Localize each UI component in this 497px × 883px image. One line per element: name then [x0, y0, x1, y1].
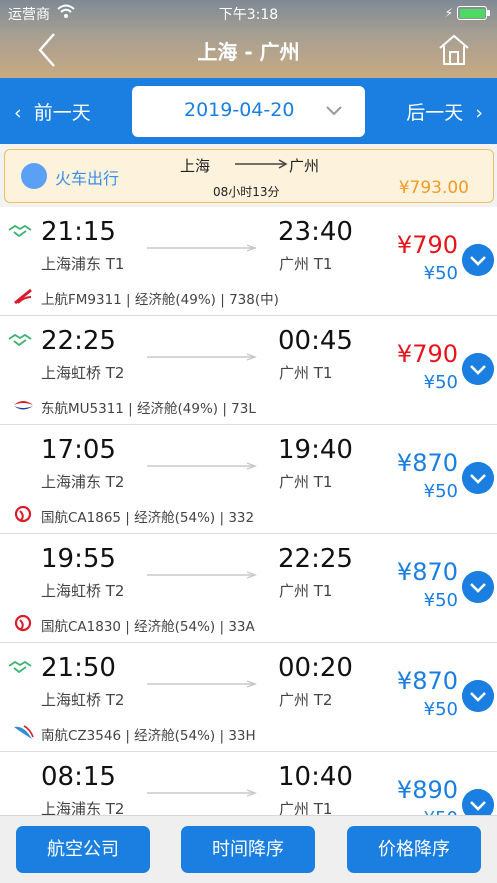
arrival-time: 19:40 — [278, 435, 353, 465]
flight-row[interactable]: 21:15 23:40 上海浦东 T1 广州 T1 ¥790 ¥50 上航FM9311 | … — [0, 207, 497, 316]
train-icon — [21, 163, 47, 189]
flight-price: ¥790 — [396, 340, 458, 368]
chevron-left-icon: ‹ — [14, 102, 22, 124]
flight-price: ¥890 — [396, 776, 458, 804]
arrival-airport: 广州 T1 — [279, 582, 333, 600]
flight-info: 南航CZ3546 | 经济舱(54%) | 33H — [41, 728, 256, 744]
train-to: 广州 — [289, 157, 320, 175]
china-eastern-logo — [14, 401, 33, 410]
flight-price: ¥870 — [396, 667, 458, 695]
flight-tax: ¥50 — [423, 699, 458, 720]
departure-time: 22:25 — [41, 326, 116, 356]
charging-icon: ⚡ — [444, 6, 453, 20]
departure-time: 08:15 — [41, 762, 116, 792]
air-china-logo — [14, 505, 32, 523]
departure-airport: 上海浦东 T2 — [41, 473, 125, 491]
flight-row[interactable]: 21:50 00:20 上海虹桥 T2 广州 T2 ¥870 ¥50 南航CZ3546 | … — [0, 643, 497, 752]
departure-airport: 上海浦东 T2 — [41, 800, 125, 815]
arrival-time: 22:25 — [278, 544, 353, 574]
train-option-banner[interactable]: 火车出行 上海 广州 08小时13分 ¥793.00 — [4, 149, 494, 203]
handshake-icon — [8, 224, 32, 238]
flight-info: 国航CA1830 | 经济舱(54%) | 33A — [41, 619, 255, 635]
flight-row[interactable]: 17:05 19:40 上海浦东 T2 广州 T1 ¥870 ¥50 国航CA1865 | … — [0, 425, 497, 534]
home-button[interactable] — [437, 33, 471, 67]
expand-chevron-icon[interactable] — [462, 571, 494, 603]
arrival-time: 23:40 — [278, 217, 353, 247]
header: 运营商 下午3:18 ⚡ 上海 - 广州 — [0, 0, 497, 78]
flight-tax: ¥50 — [424, 808, 458, 815]
shanghai-airlines-logo — [14, 288, 32, 305]
flight-arrow-line — [147, 789, 257, 797]
train-price: ¥793.00 — [398, 178, 469, 198]
flight-tax: ¥50 — [423, 263, 458, 284]
handshake-icon — [8, 660, 32, 674]
flight-tax: ¥50 — [423, 590, 458, 611]
flight-arrow-line — [147, 462, 257, 470]
clock: 下午3:18 — [218, 7, 279, 23]
handshake-icon — [8, 333, 32, 347]
chevron-right-icon: › — [475, 102, 483, 124]
bottom-toolbar: 航空公司 时间降序 价格降序 — [0, 815, 497, 883]
selected-date: 2019-04-20 — [184, 99, 295, 121]
date-picker[interactable]: 2019-04-20 — [132, 86, 365, 137]
flight-price: ¥870 — [396, 558, 458, 586]
prev-day-button[interactable]: ‹ 前一天 — [14, 98, 91, 125]
flight-row[interactable]: 22:25 00:45 上海虹桥 T2 广州 T1 ¥790 ¥50 东航MU5311 | … — [0, 316, 497, 425]
expand-chevron-icon[interactable] — [462, 789, 494, 815]
next-day-button[interactable]: 后一天 › — [406, 98, 483, 125]
flight-row[interactable]: 19:55 22:25 上海虹桥 T2 广州 T1 ¥870 ¥50 国航CA1830 | … — [0, 534, 497, 643]
departure-airport: 上海虹桥 T2 — [41, 364, 125, 382]
departure-time: 21:15 — [41, 217, 116, 247]
departure-airport: 上海浦东 T1 — [41, 255, 125, 273]
china-southern-logo — [14, 725, 34, 739]
flight-list: 21:15 23:40 上海浦东 T1 广州 T1 ¥790 ¥50 上航FM9311 | … — [0, 207, 497, 815]
flight-info: 上航FM9311 | 经济舱(49%) | 738(中) — [41, 292, 279, 308]
departure-time: 19:55 — [41, 544, 116, 574]
expand-chevron-icon[interactable] — [462, 462, 494, 494]
train-label: 火车出行 — [55, 169, 120, 188]
page-title: 上海 - 广州 — [197, 40, 300, 64]
flight-info: 东航MU5311 | 经济舱(49%) | 73L — [41, 401, 256, 417]
flight-arrow-line — [147, 353, 257, 361]
time-sort-button[interactable]: 时间降序 — [181, 826, 315, 873]
flight-arrow-line — [147, 680, 257, 688]
air-china-logo — [14, 614, 32, 632]
flight-info: 国航CA1865 | 经济舱(54%) | 332 — [41, 510, 255, 526]
departure-time: 17:05 — [41, 435, 116, 465]
flight-price: ¥790 — [396, 231, 458, 259]
expand-chevron-icon[interactable] — [462, 680, 494, 712]
departure-airport: 上海虹桥 T2 — [41, 691, 125, 709]
expand-chevron-icon[interactable] — [462, 353, 494, 385]
arrow-right-icon — [235, 159, 288, 169]
flight-tax: ¥50 — [423, 372, 458, 393]
flight-tax: ¥50 — [423, 481, 458, 502]
arrival-airport: 广州 T1 — [279, 473, 333, 491]
prev-day-label: 前一天 — [33, 102, 91, 124]
arrival-airport: 广州 T1 — [279, 364, 333, 382]
arrival-time: 10:40 — [278, 762, 353, 792]
arrival-airport: 广州 T1 — [279, 255, 333, 273]
departure-time: 21:50 — [41, 653, 116, 683]
flight-row[interactable]: 08:15 10:40 上海浦东 T2 广州 T1 ¥890 ¥50 — [0, 752, 497, 815]
status-bar: 运营商 下午3:18 ⚡ — [0, 0, 497, 26]
next-day-label: 后一天 — [406, 102, 464, 124]
arrival-time: 00:20 — [278, 653, 353, 683]
chevron-down-icon — [326, 106, 342, 116]
expand-chevron-icon[interactable] — [462, 244, 494, 276]
flight-arrow-line — [147, 244, 257, 252]
arrival-time: 00:45 — [278, 326, 353, 356]
flight-price: ¥870 — [396, 449, 458, 477]
train-from: 上海 — [180, 157, 211, 175]
date-bar: ‹ 前一天 2019-04-20 后一天 › — [0, 78, 497, 144]
arrival-airport: 广州 T2 — [279, 691, 333, 709]
battery-icon — [457, 6, 490, 20]
departure-airport: 上海虹桥 T2 — [41, 582, 125, 600]
arrival-airport: 广州 T1 — [279, 800, 333, 815]
flight-arrow-line — [147, 571, 257, 579]
train-duration: 08小时13分 — [213, 185, 280, 199]
airline-filter-button[interactable]: 航空公司 — [16, 826, 150, 873]
price-sort-button[interactable]: 价格降序 — [347, 826, 481, 873]
